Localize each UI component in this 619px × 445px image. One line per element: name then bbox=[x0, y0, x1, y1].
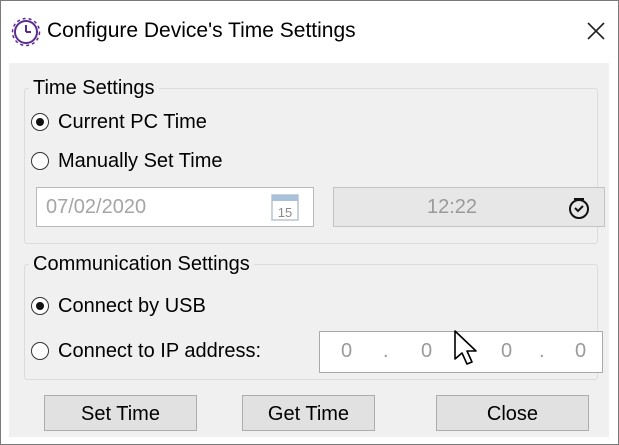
ip-octet-1[interactable]: 0 bbox=[341, 340, 352, 363]
window-title: Configure Device's Time Settings bbox=[47, 19, 356, 42]
time-settings-legend: Time Settings bbox=[33, 77, 155, 99]
radio-button-unselected[interactable] bbox=[31, 152, 49, 170]
ip-octet-4[interactable]: 0 bbox=[575, 340, 586, 363]
radio-connect-usb[interactable]: Connect by USB bbox=[31, 292, 206, 320]
ip-separator: . bbox=[383, 340, 389, 362]
radio-label-manually-set-time: Manually Set Time bbox=[58, 150, 223, 172]
radio-label-current-pc-time: Current PC Time bbox=[58, 111, 207, 133]
ip-separator: . bbox=[465, 340, 471, 362]
radio-button-selected[interactable] bbox=[31, 297, 49, 315]
radio-button-unselected[interactable] bbox=[31, 342, 49, 360]
ip-address-input[interactable]: 0 . 0 . 0 . 0 bbox=[319, 331, 603, 373]
date-picker[interactable]: 07/02/2020 15 bbox=[36, 187, 314, 227]
clock-icon[interactable] bbox=[567, 196, 591, 220]
time-picker[interactable]: 12:22 bbox=[333, 187, 605, 227]
radio-connect-ip[interactable]: Connect to IP address: bbox=[31, 337, 261, 365]
dialog-body: Time Settings Current PC Time Manually S… bbox=[9, 63, 609, 437]
radio-button-selected[interactable] bbox=[31, 113, 49, 131]
radio-current-pc-time[interactable]: Current PC Time bbox=[31, 108, 207, 136]
set-time-button[interactable]: Set Time bbox=[44, 395, 197, 431]
dialog-window: Configure Device's Time Settings Time Se… bbox=[0, 0, 619, 445]
ip-octet-2[interactable]: 0 bbox=[421, 340, 432, 363]
radio-label-connect-usb: Connect by USB bbox=[58, 295, 206, 317]
clock-icon bbox=[11, 17, 41, 47]
calendar-day: 15 bbox=[278, 205, 292, 220]
time-value: 12:22 bbox=[426, 196, 478, 218]
date-value: 07/02/2020 bbox=[46, 196, 147, 218]
radio-manually-set-time[interactable]: Manually Set Time bbox=[31, 147, 223, 175]
communication-settings-legend: Communication Settings bbox=[33, 253, 250, 275]
title-bar[interactable]: Configure Device's Time Settings bbox=[1, 1, 618, 59]
close-button[interactable]: Close bbox=[436, 395, 589, 431]
ip-separator: . bbox=[539, 340, 545, 362]
close-icon[interactable] bbox=[579, 14, 613, 48]
calendar-icon[interactable]: 15 bbox=[271, 193, 299, 221]
get-time-button[interactable]: Get Time bbox=[242, 395, 375, 431]
ip-octet-3[interactable]: 0 bbox=[501, 340, 512, 363]
radio-label-connect-ip: Connect to IP address: bbox=[58, 340, 262, 362]
